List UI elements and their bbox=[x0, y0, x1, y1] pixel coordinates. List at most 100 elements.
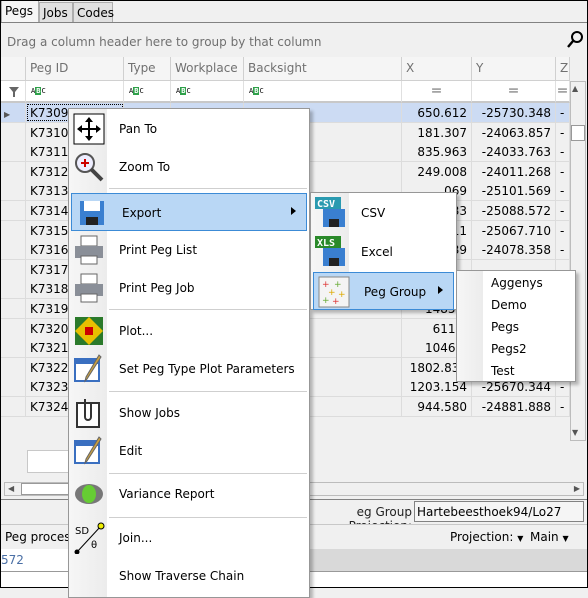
row-indicator[interactable] bbox=[0, 318, 26, 338]
equals-filter-icon: = bbox=[507, 83, 520, 99]
z-cell[interactable]: - bbox=[556, 122, 570, 142]
context-menu: Pan To Zoom To Export Print Peg List Print P… bbox=[68, 108, 310, 598]
x-cell[interactable]: 249.008 bbox=[402, 161, 472, 181]
row-indicator[interactable] bbox=[0, 181, 26, 201]
row-indicator[interactable] bbox=[0, 122, 26, 142]
vertical-scrollbar[interactable]: ▲ ▼ bbox=[570, 81, 586, 441]
submenu-item-peg-group[interactable]: + + + + + + Peg Group bbox=[313, 272, 454, 310]
filter-cell[interactable]: ABC bbox=[26, 81, 124, 103]
menu-item-label: Edit bbox=[119, 444, 143, 458]
row-indicator[interactable] bbox=[0, 142, 26, 162]
export-floppy-icon bbox=[80, 201, 104, 225]
row-indicator[interactable] bbox=[0, 161, 26, 181]
y-cell[interactable]: -24078.358 bbox=[472, 240, 556, 260]
peg-group-item[interactable]: Demo bbox=[491, 298, 527, 312]
scroll-left-icon[interactable]: ◀ bbox=[8, 484, 14, 493]
row-indicator[interactable] bbox=[0, 357, 26, 377]
footer-textbox[interactable] bbox=[27, 450, 72, 473]
y-cell[interactable]: -24063.857 bbox=[472, 122, 556, 142]
row-indicator[interactable] bbox=[0, 299, 26, 318]
x-cell[interactable]: 181.307 bbox=[402, 122, 472, 142]
y-cell[interactable]: -25067.710 bbox=[472, 220, 556, 240]
row-indicator[interactable] bbox=[0, 397, 26, 416]
row-indicator[interactable] bbox=[0, 377, 26, 397]
column-header[interactable]: Z bbox=[556, 57, 570, 81]
row-indicator[interactable]: ▶ bbox=[0, 103, 26, 122]
edit-pencil-icon bbox=[74, 354, 102, 383]
menu-item-set-peg-type-plot-parameters[interactable]: Set Peg Type Plot Parameters bbox=[69, 350, 309, 388]
peg-group-item[interactable]: Pegs2 bbox=[491, 342, 527, 356]
column-header[interactable]: Type bbox=[124, 57, 171, 81]
z-cell[interactable]: - bbox=[556, 240, 570, 260]
menu-item-print-peg-job[interactable]: Print Peg Job bbox=[69, 269, 309, 307]
z-cell[interactable]: - bbox=[556, 181, 570, 201]
menu-item-show-traverse-chain[interactable]: Show Traverse Chain bbox=[69, 557, 309, 595]
tab-pegs[interactable]: Pegs bbox=[1, 0, 39, 23]
peg-group-item[interactable]: Test bbox=[491, 364, 515, 378]
submenu-item-csv[interactable]: CSV CSV bbox=[311, 194, 456, 232]
scroll-right-icon[interactable]: ▶ bbox=[574, 484, 580, 493]
scroll-up-icon[interactable]: ▲ bbox=[572, 84, 578, 93]
z-cell[interactable]: - bbox=[556, 161, 570, 181]
x-cell[interactable]: 650.612 bbox=[402, 103, 472, 122]
menu-item-print-peg-list[interactable]: Print Peg List bbox=[69, 231, 309, 269]
y-cell[interactable]: -25101.569 bbox=[472, 181, 556, 201]
peg-group-item[interactable]: Aggenys bbox=[491, 276, 543, 290]
column-header[interactable]: Peg ID bbox=[26, 57, 124, 81]
row-indicator[interactable] bbox=[0, 279, 26, 299]
filter-cell[interactable]: = bbox=[556, 81, 570, 103]
row-indicator[interactable] bbox=[0, 338, 26, 358]
filter-cell[interactable]: = bbox=[472, 81, 556, 103]
z-cell[interactable]: - bbox=[556, 103, 570, 122]
row-indicator[interactable] bbox=[0, 240, 26, 260]
menu-item-export[interactable]: Export bbox=[71, 193, 307, 231]
z-cell[interactable]: - bbox=[556, 397, 570, 416]
column-header[interactable]: X bbox=[402, 57, 472, 81]
y-cell[interactable]: -24033.763 bbox=[472, 142, 556, 162]
z-cell[interactable]: - bbox=[556, 201, 570, 220]
menu-item-pan-to[interactable]: Pan To bbox=[69, 110, 309, 148]
filter-cell[interactable]: ABC bbox=[244, 81, 402, 103]
x-cell[interactable]: 835.963 bbox=[402, 142, 472, 162]
filter-cell[interactable]: = bbox=[402, 81, 472, 103]
menu-item-zoom-to[interactable]: Zoom To bbox=[69, 148, 309, 186]
menu-item-plot[interactable]: Plot... bbox=[69, 312, 309, 350]
scroll-down-icon[interactable]: ▼ bbox=[572, 428, 578, 437]
submenu-item-excel[interactable]: XLS Excel bbox=[311, 233, 456, 271]
column-header[interactable]: Y bbox=[472, 57, 556, 81]
zoom-magnifier-icon bbox=[75, 153, 104, 182]
panel-title: Peg process bbox=[5, 530, 77, 544]
tab-codes[interactable]: Codes bbox=[73, 2, 114, 22]
menu-item-label: Export bbox=[122, 206, 162, 220]
menu-item-edit[interactable]: Edit bbox=[69, 432, 309, 470]
menu-item-variance-report[interactable]: Variance Report bbox=[69, 475, 309, 513]
z-cell[interactable]: - bbox=[556, 142, 570, 162]
y-cell[interactable]: -24011.268 bbox=[472, 161, 556, 181]
y-cell[interactable]: -25730.348 bbox=[472, 103, 556, 122]
column-header[interactable]: Backsight bbox=[244, 57, 402, 81]
search-icon[interactable] bbox=[567, 31, 583, 49]
projection-field[interactable]: Hartebeesthoek94/Lo27 bbox=[414, 501, 584, 522]
x-cell[interactable]: 944.580 bbox=[402, 397, 472, 416]
projection-dropdown[interactable]: Projection: ▼ bbox=[450, 530, 523, 544]
z-cell[interactable]: - bbox=[556, 220, 570, 240]
menu-item-label: Excel bbox=[361, 245, 393, 259]
row-indicator[interactable] bbox=[0, 201, 26, 220]
tab-jobs[interactable]: Jobs bbox=[39, 2, 73, 22]
main-dropdown[interactable]: Main ▼ bbox=[530, 530, 569, 544]
filter-cell[interactable]: ABC bbox=[124, 81, 171, 103]
y-cell[interactable]: -24881.888 bbox=[472, 397, 556, 416]
filter-cell[interactable]: ABC bbox=[171, 81, 244, 103]
peg-group-item[interactable]: Pegs bbox=[491, 320, 519, 334]
printer-icon bbox=[75, 273, 103, 303]
menu-item-join[interactable]: SD θ Join... bbox=[69, 519, 309, 557]
menu-item-label: Set Peg Type Plot Parameters bbox=[119, 362, 295, 376]
menu-item-label: Show Traverse Chain bbox=[119, 569, 245, 583]
row-indicator[interactable] bbox=[0, 220, 26, 240]
scroll-thumb[interactable] bbox=[571, 125, 585, 141]
menu-item-show-jobs[interactable]: Show Jobs bbox=[69, 394, 309, 432]
row-indicator[interactable] bbox=[0, 259, 26, 279]
group-by-panel[interactable]: Drag a column header here to group by th… bbox=[1, 23, 587, 57]
y-cell[interactable]: -25088.572 bbox=[472, 201, 556, 220]
column-header[interactable]: Workplace bbox=[171, 57, 244, 81]
